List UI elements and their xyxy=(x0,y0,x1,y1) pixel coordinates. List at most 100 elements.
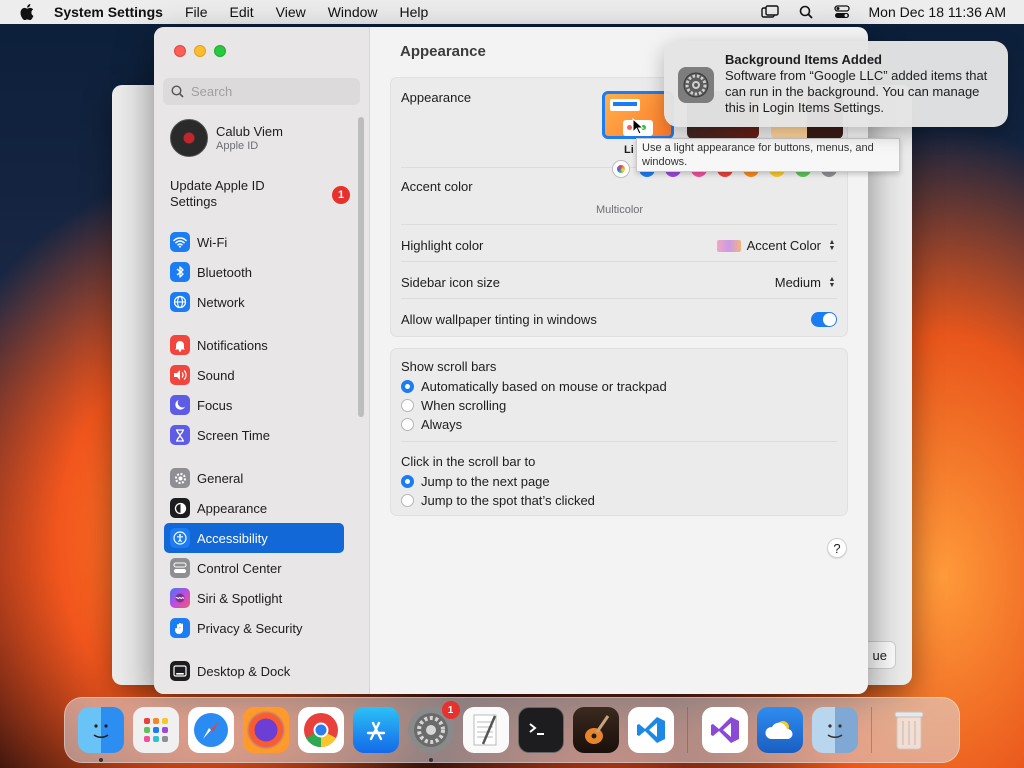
avatar xyxy=(170,119,208,157)
accent-color-label: Accent color xyxy=(401,179,473,194)
speaker-icon xyxy=(170,365,190,385)
apple-menu-icon[interactable] xyxy=(18,3,36,21)
menu-file[interactable]: File xyxy=(185,4,208,20)
click-scroll-option-spot[interactable]: Jump to the spot that’s clicked xyxy=(401,493,837,508)
sidebar-scrollbar[interactable] xyxy=(358,117,364,417)
sidebar-item-focus[interactable]: Focus xyxy=(164,390,344,420)
menu-app-name[interactable]: System Settings xyxy=(54,4,163,20)
control-center-icon xyxy=(170,558,190,578)
appearance-light-caption: Li xyxy=(624,144,634,156)
wifi-icon xyxy=(170,232,190,252)
scroll-bars-option-always[interactable]: Always xyxy=(401,417,837,432)
sidebar-icon-size-value: Medium xyxy=(774,275,821,290)
screen-mirroring-icon[interactable] xyxy=(760,5,779,19)
dock-chrome-icon[interactable] xyxy=(297,707,344,753)
menu-window[interactable]: Window xyxy=(328,4,378,20)
profile-subtitle: Apple ID xyxy=(216,140,259,152)
sidebar-item-control-center[interactable]: Control Center xyxy=(164,553,344,583)
sidebar-item-label: Control Center xyxy=(197,560,282,576)
chevron-updown-icon: ▲ ▼ xyxy=(828,275,836,289)
notification-body: Software from “Google LLC” added items t… xyxy=(725,68,988,115)
gear-icon xyxy=(170,468,190,488)
radio-button[interactable] xyxy=(401,494,414,507)
sidebar-item-label: Appearance xyxy=(197,500,268,516)
dock-trash-icon[interactable] xyxy=(886,707,932,753)
menu-edit[interactable]: Edit xyxy=(230,4,254,20)
sidebar-icon-size-popup[interactable]: Medium ▲ ▼ xyxy=(775,275,837,290)
sidebar-item-label: Network xyxy=(197,294,245,310)
sidebar-item-network[interactable]: Network xyxy=(164,287,344,317)
click-scroll-option-next-page[interactable]: Jump to the next page xyxy=(401,474,837,489)
menu-help[interactable]: Help xyxy=(400,4,429,20)
dock-separator xyxy=(871,707,872,753)
close-window-button[interactable] xyxy=(174,45,186,57)
system-settings-gear-icon xyxy=(678,67,714,103)
sidebar-item-desktop-dock[interactable]: Desktop & Dock xyxy=(164,656,344,686)
siri-icon xyxy=(170,588,190,608)
profile-name: Calub Viem xyxy=(216,124,283,139)
sidebar-item-general[interactable]: General xyxy=(164,463,344,493)
menu-clock[interactable]: Mon Dec 18 11:36 AM xyxy=(869,4,1006,20)
sidebar-item-siri-spotlight[interactable]: Siri & Spotlight xyxy=(164,583,344,613)
search-input[interactable] xyxy=(191,84,351,99)
appearance-label: Appearance xyxy=(401,90,472,105)
sidebar-item-label: Desktop & Dock xyxy=(197,663,291,679)
sidebar-item-screen-time[interactable]: Screen Time xyxy=(164,420,344,450)
update-apple-id-item[interactable]: Update Apple ID Settings 1 xyxy=(170,178,360,210)
radio-button-selected[interactable] xyxy=(401,380,414,393)
sidebar-item-notifications[interactable]: Notifications xyxy=(164,330,344,360)
hand-icon xyxy=(170,618,190,638)
accessibility-icon xyxy=(170,528,190,548)
dock-finder-icon[interactable] xyxy=(77,707,124,762)
dock-icon xyxy=(170,661,190,681)
notification-banner[interactable]: Background Items Added Software from “Go… xyxy=(664,41,1008,127)
sidebar-item-label: Focus xyxy=(197,397,233,413)
tooltip: Use a light appearance for buttons, menu… xyxy=(636,138,900,172)
search-field[interactable] xyxy=(163,78,360,105)
dock-weather-icon[interactable] xyxy=(756,707,803,753)
dock-safari-icon[interactable] xyxy=(187,707,234,753)
dock: 1 xyxy=(64,697,960,763)
radio-button[interactable] xyxy=(401,399,414,412)
dock-textedit-icon[interactable] xyxy=(462,707,509,753)
scroll-bars-option-label: Automatically based on mouse or trackpad xyxy=(421,379,667,394)
sidebar-item-appearance[interactable]: Appearance xyxy=(164,493,344,523)
control-center-icon[interactable] xyxy=(833,5,851,19)
highlight-color-label: Highlight color xyxy=(401,238,484,253)
minimize-window-button[interactable] xyxy=(194,45,206,57)
scroll-bars-option-label: Always xyxy=(421,417,463,432)
dock-vscode-icon[interactable] xyxy=(627,707,674,753)
highlight-color-popup[interactable]: Accent Color ▲ ▼ xyxy=(716,238,837,253)
highlight-value: Accent Color xyxy=(746,238,821,253)
notification-title: Background Items Added xyxy=(725,52,882,67)
dock-app-store-icon[interactable] xyxy=(352,707,399,753)
chevron-updown-icon: ▲ ▼ xyxy=(828,238,836,252)
sidebar-item-privacy-security[interactable]: Privacy & Security xyxy=(164,613,344,643)
dock-visual-studio-icon[interactable] xyxy=(701,707,748,753)
dock-launchpad-icon[interactable] xyxy=(132,707,179,753)
zoom-window-button[interactable] xyxy=(214,45,226,57)
dock-separator xyxy=(687,707,688,753)
radio-button-selected[interactable] xyxy=(401,475,414,488)
dock-garageband-icon[interactable] xyxy=(572,707,619,753)
sidebar-item-label: Notifications xyxy=(197,337,268,353)
help-button[interactable]: ? xyxy=(827,538,847,558)
dock-finder-alt-icon[interactable] xyxy=(811,707,858,753)
content-pane: Appearance Appearance Li Accent color Mu… xyxy=(370,27,868,694)
dock-terminal-icon[interactable] xyxy=(517,707,564,753)
sidebar-item-accessibility[interactable]: Accessibility xyxy=(164,523,344,553)
sidebar-item-wifi[interactable]: Wi-Fi xyxy=(164,227,344,257)
accent-swatch-multicolor[interactable] xyxy=(613,161,629,177)
dock-system-settings-icon[interactable]: 1 xyxy=(407,701,460,762)
dock-firefox-icon[interactable] xyxy=(242,707,289,753)
spotlight-search-icon[interactable] xyxy=(797,5,815,19)
radio-button[interactable] xyxy=(401,418,414,431)
menu-view[interactable]: View xyxy=(276,4,306,20)
scroll-bars-option-when-scrolling[interactable]: When scrolling xyxy=(401,398,837,413)
sidebar-item-sound[interactable]: Sound xyxy=(164,360,344,390)
scroll-bar-settings-group: Show scroll bars Automatically based on … xyxy=(390,348,848,516)
wallpaper-tinting-toggle[interactable] xyxy=(811,312,837,327)
sidebar-item-bluetooth[interactable]: Bluetooth xyxy=(164,257,344,287)
scroll-bars-option-auto[interactable]: Automatically based on mouse or trackpad xyxy=(401,379,837,394)
apple-id-profile[interactable]: Calub Viem Apple ID xyxy=(170,119,283,157)
